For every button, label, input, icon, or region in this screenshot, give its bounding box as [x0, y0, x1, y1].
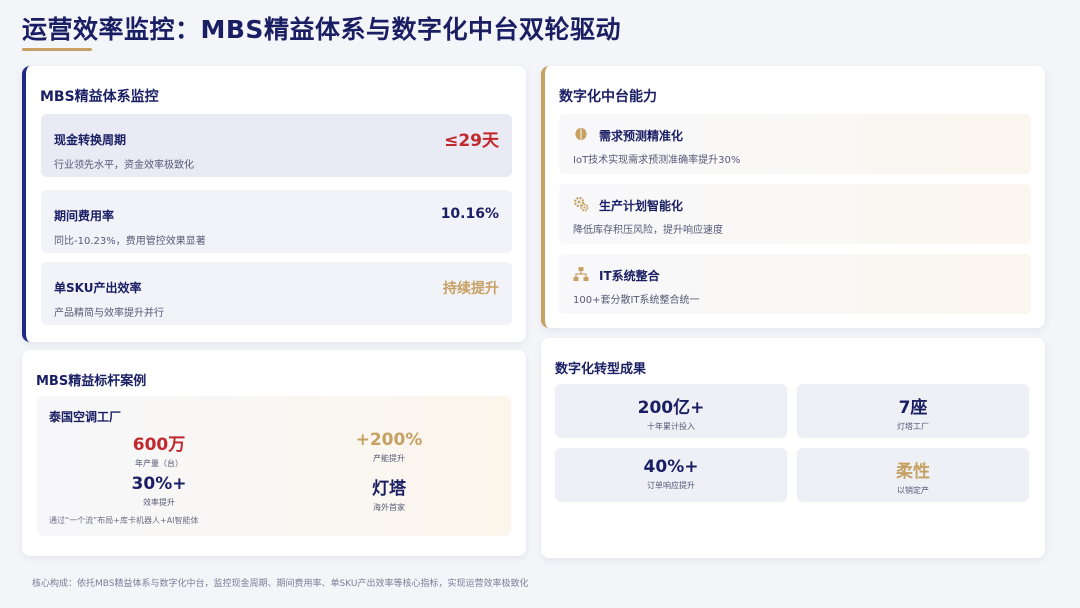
capability-desc: 降低库存积压风险，提升响应速度	[573, 225, 723, 236]
capability-desc: 100+套分散IT系统整合统一	[573, 295, 700, 306]
metric-label: 现金转换周期	[54, 133, 127, 147]
bench-note: 通过“一个流”布局+库卡机器人+AI智能体	[49, 516, 199, 525]
bench-card-title: MBS精益标杆案例	[36, 374, 147, 389]
mbs-card-title: MBS精益体系监控	[40, 89, 159, 105]
digital-results-card: 数字化转型成果 200亿+ 十年累计投入 7座 灯塔工厂 40%+ 订单响应提升…	[541, 338, 1045, 558]
bench-stat-label: 产能提升	[373, 454, 405, 463]
result-value: 200亿+	[637, 398, 705, 418]
bench-stat-value: 30%+	[131, 474, 187, 494]
title-underline	[22, 48, 92, 51]
result-value: 40%+	[643, 457, 699, 477]
capability-label: 生产计划智能化	[599, 199, 684, 213]
bench-stat-label: 年产量（台）	[135, 459, 183, 468]
benchmark-box: 泰国空调工厂 600万 年产量（台） +200% 产能提升 30%+ 效率提升 …	[37, 396, 511, 536]
factory-name: 泰国空调工厂	[49, 410, 122, 424]
page-title: 运营效率监控：MBS精益体系与数字化中台双轮驱动	[22, 15, 621, 44]
capability-it-integration: IT系统整合 100+套分散IT系统整合统一	[559, 254, 1031, 314]
result-value: 7座	[898, 398, 928, 418]
result-value: 柔性	[896, 462, 930, 482]
bench-stat-value: +200%	[355, 430, 423, 450]
mbs-monitor-card: MBS精益体系监控 现金转换周期 ≤29天 行业领先水平，资金效率极致化 期间费…	[22, 66, 526, 342]
digital-capability-card: 数字化中台能力 需求预测精准化 IoT技术实现需求预测准确率提升30% 生产计划…	[541, 66, 1045, 328]
digital-card-title: 数字化中台能力	[559, 89, 657, 105]
metric-label: 单SKU产出效率	[54, 281, 142, 295]
brain-icon	[575, 128, 587, 140]
bench-stat-label: 海外首家	[373, 503, 405, 512]
benchmark-case-card: MBS精益标杆案例 泰国空调工厂 600万 年产量（台） +200% 产能提升 …	[22, 350, 526, 556]
capability-production-planning: 生产计划智能化 降低库存积压风险，提升响应速度	[559, 184, 1031, 244]
bench-stat-value: 灯塔	[372, 479, 406, 499]
bench-stat-capacity: +200% 产能提升	[309, 430, 469, 464]
capability-label: 需求预测精准化	[599, 129, 684, 143]
result-label: 以销定产	[897, 486, 929, 495]
metric-sku-efficiency: 单SKU产出效率 持续提升 产品精简与效率提升并行	[41, 262, 512, 325]
result-flexible: 柔性 以销定产	[797, 448, 1029, 502]
metric-expense-ratio: 期间费用率 10.16% 同比-10.23%，费用管控效果显著	[41, 190, 512, 253]
gears-icon	[573, 196, 589, 212]
metric-value: 持续提升	[443, 281, 499, 297]
result-order-response: 40%+ 订单响应提升	[555, 448, 787, 502]
bench-stat-lighthouse: 灯塔 海外首家	[309, 474, 469, 513]
bench-stat-value: 600万	[132, 435, 186, 455]
footer-note: 核心构成：依托MBS精益体系与数字化中台，监控现金周期、期间费用率、单SKU产出…	[32, 579, 529, 589]
metric-value: ≤29天	[444, 131, 499, 151]
capability-desc: IoT技术实现需求预测准确率提升30%	[573, 155, 741, 166]
metric-label: 期间费用率	[54, 209, 115, 223]
bench-stat-output: 600万 年产量（台）	[79, 430, 239, 469]
result-label: 灯塔工厂	[897, 422, 929, 431]
metric-desc: 行业领先水平，资金效率极致化	[54, 160, 194, 171]
result-lighthouse-factories: 7座 灯塔工厂	[797, 384, 1029, 438]
capability-label: IT系统整合	[599, 269, 660, 283]
bench-stat-label: 效率提升	[143, 498, 175, 507]
results-card-title: 数字化转型成果	[555, 362, 647, 377]
capability-demand-forecast: 需求预测精准化 IoT技术实现需求预测准确率提升30%	[559, 114, 1031, 174]
metric-value: 10.16%	[440, 206, 499, 222]
metric-cash-cycle: 现金转换周期 ≤29天 行业领先水平，资金效率极致化	[41, 114, 512, 177]
result-label: 订单响应提升	[647, 481, 695, 490]
network-icon	[573, 267, 589, 281]
bench-stat-efficiency: 30%+ 效率提升	[79, 474, 239, 508]
result-investment: 200亿+ 十年累计投入	[555, 384, 787, 438]
result-label: 十年累计投入	[647, 422, 695, 431]
metric-desc: 同比-10.23%，费用管控效果显著	[54, 236, 206, 247]
metric-desc: 产品精简与效率提升并行	[54, 308, 164, 319]
